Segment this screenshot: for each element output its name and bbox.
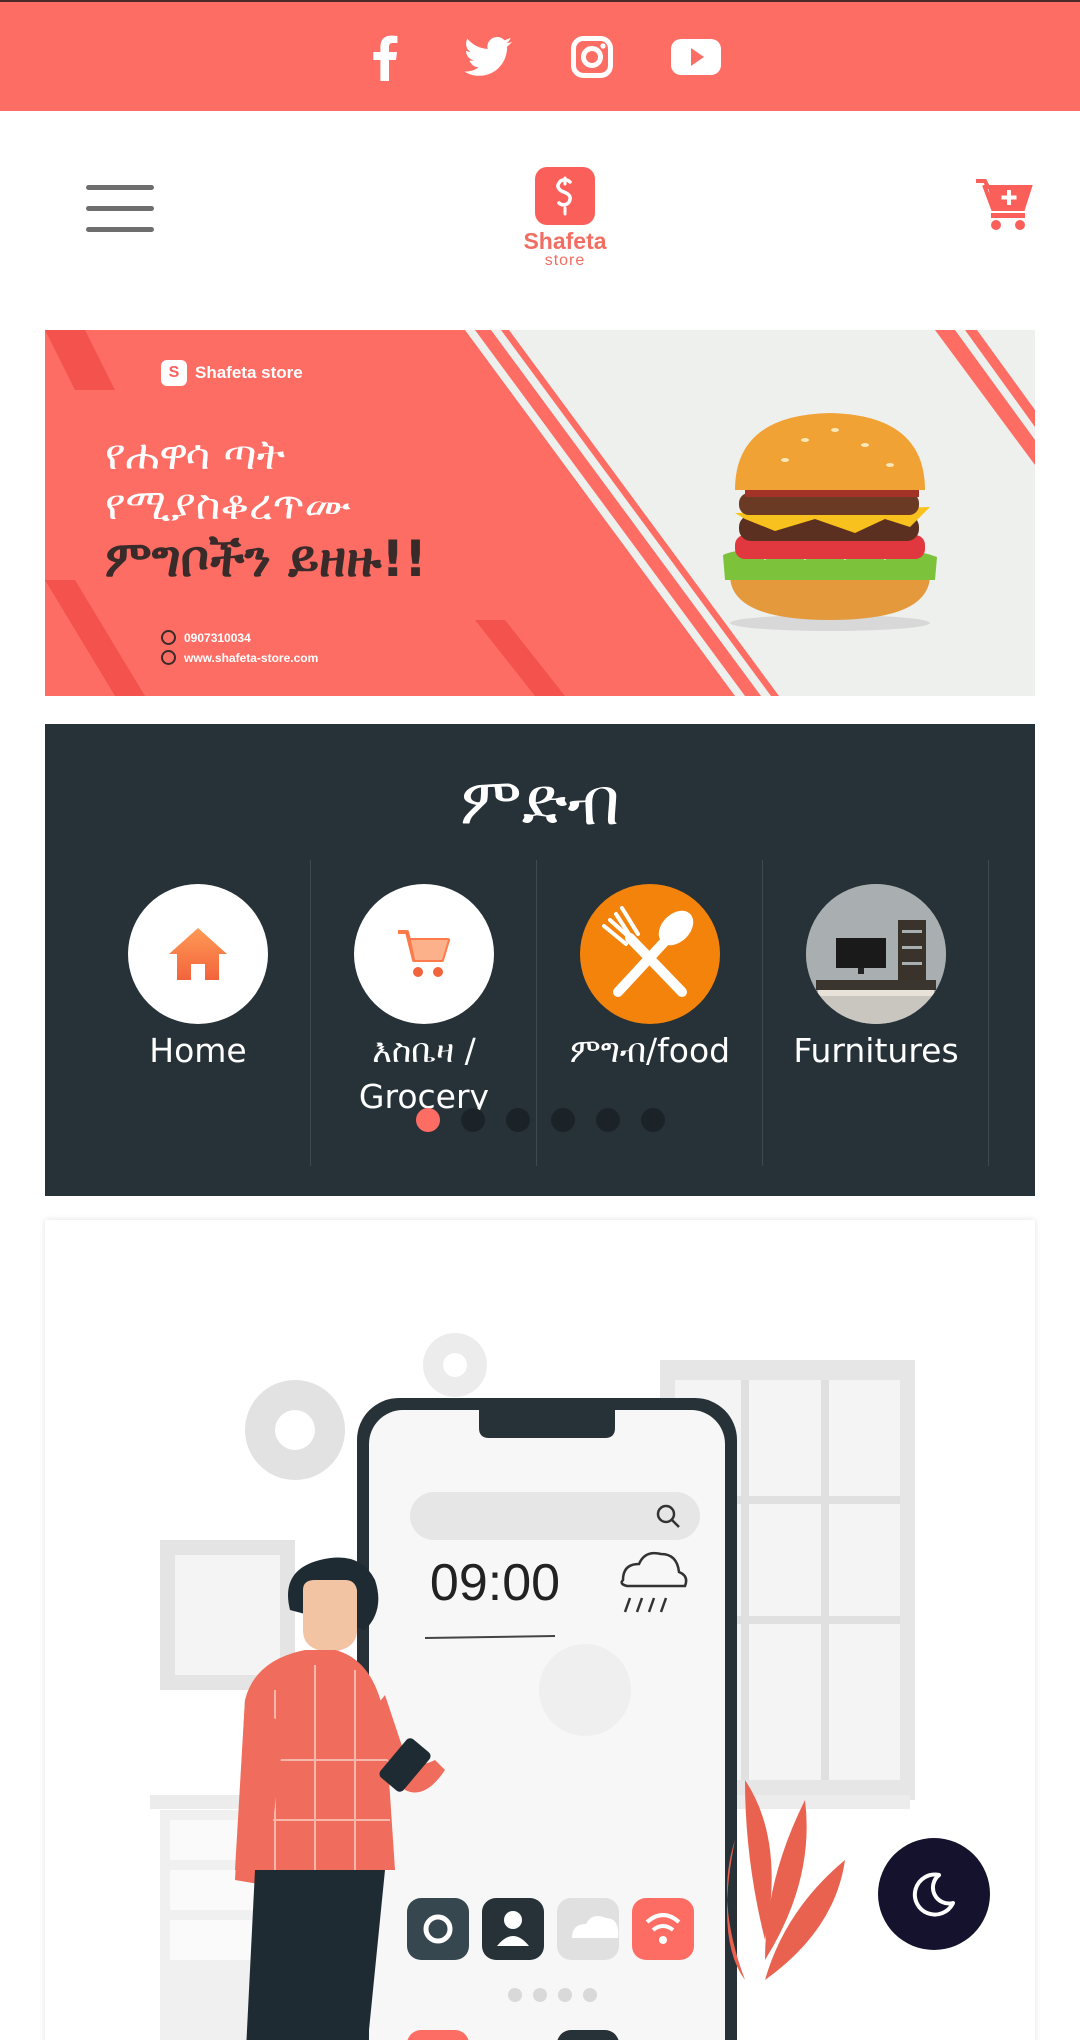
category-icon-circle bbox=[806, 884, 946, 1024]
promo-banner[interactable]: S Shafeta store የሐዋሳ ጣት የሚያስቆረጥሙ ምግቦችን ይ… bbox=[45, 330, 1035, 696]
category-item-furnitures[interactable]: Furnitures bbox=[763, 860, 989, 1166]
hamburger-menu-icon[interactable] bbox=[86, 181, 156, 237]
carousel-dot[interactable] bbox=[461, 1108, 485, 1132]
facebook-icon[interactable] bbox=[354, 27, 414, 87]
banner-headline-2: የሚያስቆረጥሙ bbox=[105, 480, 351, 529]
home-icon bbox=[169, 928, 227, 980]
phone-clock-text: 09:00 bbox=[430, 1554, 560, 1612]
category-label: እስቤዛ / Grocery bbox=[358, 1031, 490, 1116]
category-label: ምግብ/food bbox=[569, 1031, 731, 1070]
logo-sub: store bbox=[544, 252, 586, 269]
globe-icon bbox=[161, 650, 176, 665]
page: Shafeta store S Shafeta store የሐዋሳ ጣት የሚ… bbox=[0, 0, 1080, 2040]
logo-name: Shafeta bbox=[523, 228, 607, 254]
banner-headline-1: የሐዋሳ ጣት bbox=[105, 430, 285, 479]
banner-brand-text: Shafeta store bbox=[195, 363, 303, 382]
category-label: Home bbox=[149, 1031, 247, 1070]
twitter-icon[interactable] bbox=[458, 27, 518, 87]
logo[interactable]: Shafeta store bbox=[512, 167, 618, 277]
carousel-dot[interactable] bbox=[416, 1108, 440, 1132]
category-label: Furnitures bbox=[793, 1031, 959, 1070]
category-icon-circle bbox=[354, 884, 494, 1024]
social-bar bbox=[0, 0, 1080, 111]
category-item-home[interactable]: Home bbox=[85, 860, 311, 1166]
dark-mode-toggle[interactable] bbox=[878, 1838, 990, 1950]
furniture-image bbox=[806, 884, 946, 1024]
banner-website-text: www.shafeta-store.com bbox=[184, 650, 319, 665]
cart-plus-icon[interactable] bbox=[974, 177, 1038, 237]
banner-website: www.shafeta-store.com bbox=[161, 650, 318, 665]
burger-image bbox=[723, 413, 937, 631]
category-icon-circle bbox=[128, 884, 268, 1024]
instagram-icon[interactable] bbox=[562, 27, 622, 87]
carousel-dots bbox=[416, 1108, 665, 1132]
fork-spoon-icon bbox=[602, 906, 694, 997]
youtube-icon[interactable] bbox=[666, 27, 726, 87]
header: Shafeta store bbox=[0, 111, 1080, 311]
category-icon-circle bbox=[580, 884, 720, 1024]
carousel-dot[interactable] bbox=[506, 1108, 530, 1132]
moon-icon bbox=[912, 1872, 955, 1917]
category-section: ምድብ Home እስቤዛ / Grocery ምግብ/food Furnitu… bbox=[45, 724, 1035, 1196]
carousel-dot[interactable] bbox=[551, 1108, 575, 1132]
logo-mark-icon bbox=[535, 167, 595, 225]
banner-headline-3: ምግቦችን ይዘዙ!! bbox=[105, 530, 427, 588]
banner-logo-icon: S bbox=[161, 360, 187, 386]
banner-phone-text: 0907310034 bbox=[184, 630, 251, 645]
phone-icon bbox=[161, 630, 176, 645]
cart-icon bbox=[398, 930, 450, 977]
category-title: ምድብ bbox=[460, 763, 620, 840]
carousel-dot[interactable] bbox=[641, 1108, 665, 1132]
banner-phone: 0907310034 bbox=[161, 630, 251, 645]
carousel-dot[interactable] bbox=[596, 1108, 620, 1132]
banner-brand: S Shafeta store bbox=[161, 360, 303, 386]
